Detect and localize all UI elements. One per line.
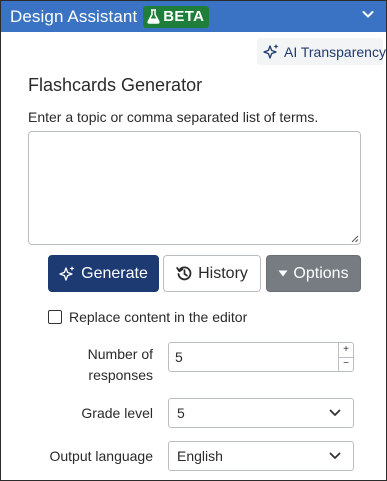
- responses-label: Number of responses: [87, 346, 153, 383]
- beta-label: BETA: [163, 8, 205, 25]
- ai-transparency-button[interactable]: AI Transparency: [257, 38, 386, 65]
- flask-icon: [147, 9, 160, 24]
- increment-button[interactable]: +: [339, 343, 353, 358]
- responses-value: 5: [175, 349, 183, 365]
- generate-button[interactable]: Generate: [48, 255, 159, 292]
- decrement-button[interactable]: −: [339, 358, 353, 372]
- topic-input[interactable]: [28, 131, 361, 245]
- language-value: English: [177, 448, 223, 464]
- resize-grip-icon[interactable]: [350, 234, 359, 243]
- caret-down-icon: [278, 270, 288, 277]
- language-select[interactable]: English: [168, 441, 354, 471]
- history-icon: [176, 266, 192, 281]
- ai-transparency-label: AI Transparency: [284, 43, 386, 60]
- beta-badge: BETA: [143, 5, 210, 28]
- history-label: History: [198, 264, 248, 282]
- grade-value: 5: [177, 405, 185, 421]
- generate-label: Generate: [81, 264, 148, 282]
- replace-content-option[interactable]: Replace content in the editor: [48, 309, 247, 325]
- sparkle-icon: [59, 266, 75, 281]
- language-label: Output language: [49, 448, 153, 464]
- grade-label: Grade level: [81, 405, 153, 421]
- history-button[interactable]: History: [163, 255, 261, 292]
- stepper-buttons: + −: [338, 343, 353, 371]
- replace-content-checkbox[interactable]: [48, 310, 62, 324]
- chevron-down-icon: [329, 409, 341, 416]
- sparkle-icon: [263, 44, 279, 59]
- generator-title: Flashcards Generator: [28, 75, 203, 95]
- chevron-down-icon: [329, 452, 341, 459]
- responses-stepper[interactable]: 5 + −: [168, 342, 354, 372]
- panel-header[interactable]: Design Assistant BETA: [1, 1, 386, 32]
- panel-title: Design Assistant: [10, 6, 138, 26]
- design-assistant-panel: Design Assistant BETA AI Transparency Fl…: [0, 0, 387, 481]
- options-label: Options: [293, 264, 349, 282]
- grade-select[interactable]: 5: [168, 398, 354, 428]
- options-button[interactable]: Options: [266, 255, 361, 292]
- generator-instructions: Enter a topic or comma separated list of…: [28, 109, 319, 125]
- collapse-chevron-icon[interactable]: [362, 10, 374, 19]
- replace-content-label: Replace content in the editor: [69, 309, 248, 325]
